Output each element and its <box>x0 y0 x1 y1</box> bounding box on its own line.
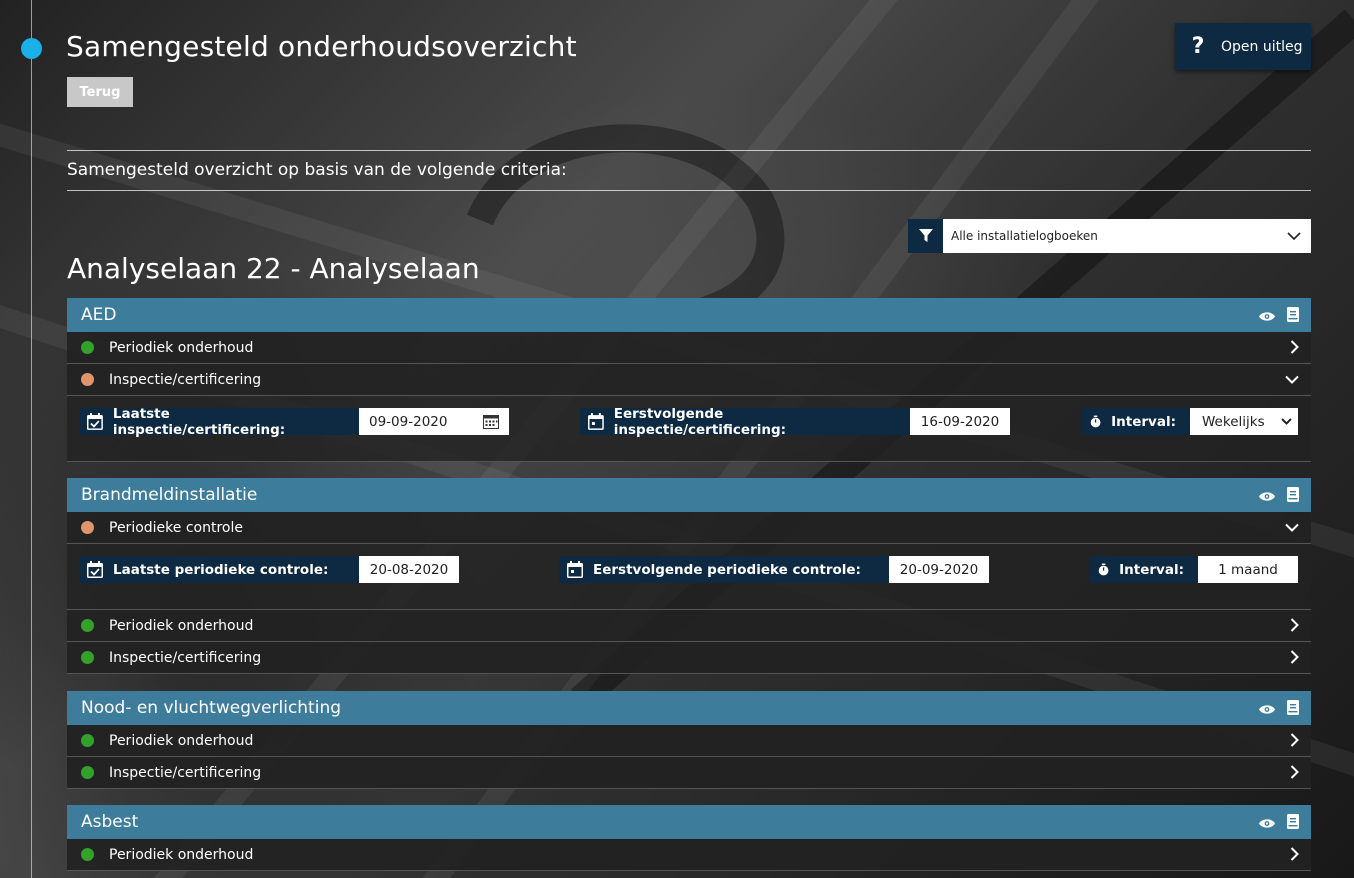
next-control-date: 20-09-2020 <box>889 556 989 583</box>
chevron-right-icon <box>1290 847 1299 865</box>
status-dot <box>81 619 94 632</box>
filter-selected-value: Alle installatielogboeken <box>951 229 1098 243</box>
status-dot <box>81 848 94 861</box>
field-label: Interval: <box>1119 561 1184 578</box>
calendar-check-icon <box>87 561 103 578</box>
detail-panel: Laatste periodieke controle: 20-08-2020 … <box>67 544 1311 610</box>
interval-select[interactable]: Wekelijks <box>1190 408 1298 435</box>
list-item[interactable]: Inspectie/certificering <box>67 642 1311 674</box>
list-item-label: Periodiek onderhoud <box>109 339 254 356</box>
list-item-label: Inspectie/certificering <box>109 371 262 388</box>
eye-icon[interactable] <box>1259 700 1275 720</box>
last-control-date: 20-08-2020 <box>359 556 459 583</box>
logbook-filter-select[interactable]: Alle installatielogboeken <box>908 219 1311 253</box>
filter-icon <box>908 219 943 253</box>
question-icon: ? <box>1191 34 1205 59</box>
calendar-icon <box>567 561 583 578</box>
chevron-right-icon <box>1290 733 1299 751</box>
group-header: Nood- en vluchtwegverlichting <box>67 691 1311 725</box>
interval-field: Interval: 1 maand <box>1090 556 1298 583</box>
chevron-right-icon <box>1290 618 1299 636</box>
chevron-right-icon <box>1290 650 1299 668</box>
field-label: Eerstvolgende inspectie/certificering: <box>613 405 787 438</box>
list-item-label: Periodiek onderhoud <box>109 732 254 749</box>
installation-group-asbest: Asbest Periodiek onderhoud <box>67 805 1311 871</box>
chevron-down-icon <box>1285 520 1299 536</box>
field-label: Interval: <box>1111 413 1176 430</box>
calendar-check-icon <box>87 413 103 430</box>
page-title: Samengesteld onderhoudsoverzicht <box>66 30 577 63</box>
open-help-button[interactable]: ? Open uitleg <box>1175 23 1311 70</box>
field-label: Laatste periodieke controle: <box>113 561 329 578</box>
status-dot <box>81 651 94 664</box>
group-header: AED <box>67 298 1311 332</box>
criteria-text: Samengesteld overzicht op basis van de v… <box>67 160 567 180</box>
list-item[interactable]: Periodiek onderhoud <box>67 610 1311 642</box>
list-item[interactable]: Inspectie/certificering <box>67 364 1311 396</box>
eye-icon[interactable] <box>1259 814 1275 834</box>
last-control-field: Laatste periodieke controle: 20-08-2020 <box>79 556 459 583</box>
logbook-icon[interactable] <box>1287 814 1299 834</box>
status-dot <box>81 341 94 354</box>
calendar-icon[interactable] <box>483 414 499 429</box>
list-item-label: Periodieke controle <box>109 519 243 536</box>
next-inspection-date: 16-09-2020 <box>910 408 1010 435</box>
status-dot <box>81 373 94 386</box>
location-title: Analyselaan 22 - Analyselaan <box>67 252 480 285</box>
chevron-down-icon <box>1277 219 1311 253</box>
last-inspection-field: Laatste inspectie/certificering: 09-09-2… <box>79 405 509 438</box>
list-item-label: Periodiek onderhoud <box>109 617 254 634</box>
group-title: Brandmeldinstallatie <box>81 485 258 505</box>
field-value: Wekelijks <box>1202 413 1265 430</box>
calendar-icon <box>588 413 604 430</box>
timeline-dot <box>21 38 42 59</box>
list-item[interactable]: Periodiek onderhoud <box>67 332 1311 364</box>
divider <box>67 190 1311 191</box>
list-item[interactable]: Periodiek onderhoud <box>67 725 1311 757</box>
logbook-icon[interactable] <box>1287 700 1299 720</box>
installation-group-brandmeldinstallatie: Brandmeldinstallatie Periodieke controle… <box>67 478 1311 674</box>
status-dot <box>81 521 94 534</box>
eye-icon[interactable] <box>1259 307 1275 327</box>
interval-field: Interval: Wekelijks <box>1082 408 1298 435</box>
logbook-icon[interactable] <box>1287 307 1299 327</box>
group-header: Asbest <box>67 805 1311 839</box>
group-title: AED <box>81 305 117 325</box>
installation-group-aed: AED Periodiek onderhoud Inspectie/certif… <box>67 298 1311 462</box>
list-item-label: Inspectie/certificering <box>109 764 262 781</box>
status-dot <box>81 766 94 779</box>
stopwatch-icon <box>1098 563 1109 576</box>
next-control-field: Eerstvolgende periodieke controle: 20-09… <box>559 556 989 583</box>
list-item-label: Periodiek onderhoud <box>109 846 254 863</box>
chevron-down-icon <box>1285 372 1299 388</box>
interval-value: 1 maand <box>1198 556 1298 583</box>
list-item[interactable]: Periodieke controle <box>67 512 1311 544</box>
installation-group-noodverlichting: Nood- en vluchtwegverlichting Periodiek … <box>67 691 1311 789</box>
detail-panel: Laatste inspectie/certificering: 09-09-2… <box>67 396 1311 462</box>
eye-icon[interactable] <box>1259 487 1275 507</box>
next-inspection-field: Eerstvolgende inspectie/certificering: 1… <box>580 405 1010 438</box>
group-title: Asbest <box>81 812 139 832</box>
timeline-line <box>31 0 32 878</box>
field-value: 09-09-2020 <box>369 413 448 430</box>
open-help-label: Open uitleg <box>1221 38 1303 55</box>
logbook-icon[interactable] <box>1287 487 1299 507</box>
divider <box>67 150 1311 151</box>
group-header: Brandmeldinstallatie <box>67 478 1311 512</box>
list-item-label: Inspectie/certificering <box>109 649 262 666</box>
status-dot <box>81 734 94 747</box>
chevron-right-icon <box>1290 765 1299 783</box>
group-title: Nood- en vluchtwegverlichting <box>81 698 342 718</box>
stopwatch-icon <box>1090 415 1101 428</box>
chevron-down-icon <box>1281 418 1292 425</box>
field-label: Eerstvolgende periodieke controle: <box>593 561 861 578</box>
field-label: Laatste inspectie/certificering: <box>112 405 286 438</box>
list-item[interactable]: Periodiek onderhoud <box>67 839 1311 871</box>
last-inspection-date-input[interactable]: 09-09-2020 <box>359 408 509 435</box>
back-button[interactable]: Terug <box>67 77 133 107</box>
chevron-right-icon <box>1290 340 1299 358</box>
list-item[interactable]: Inspectie/certificering <box>67 757 1311 789</box>
